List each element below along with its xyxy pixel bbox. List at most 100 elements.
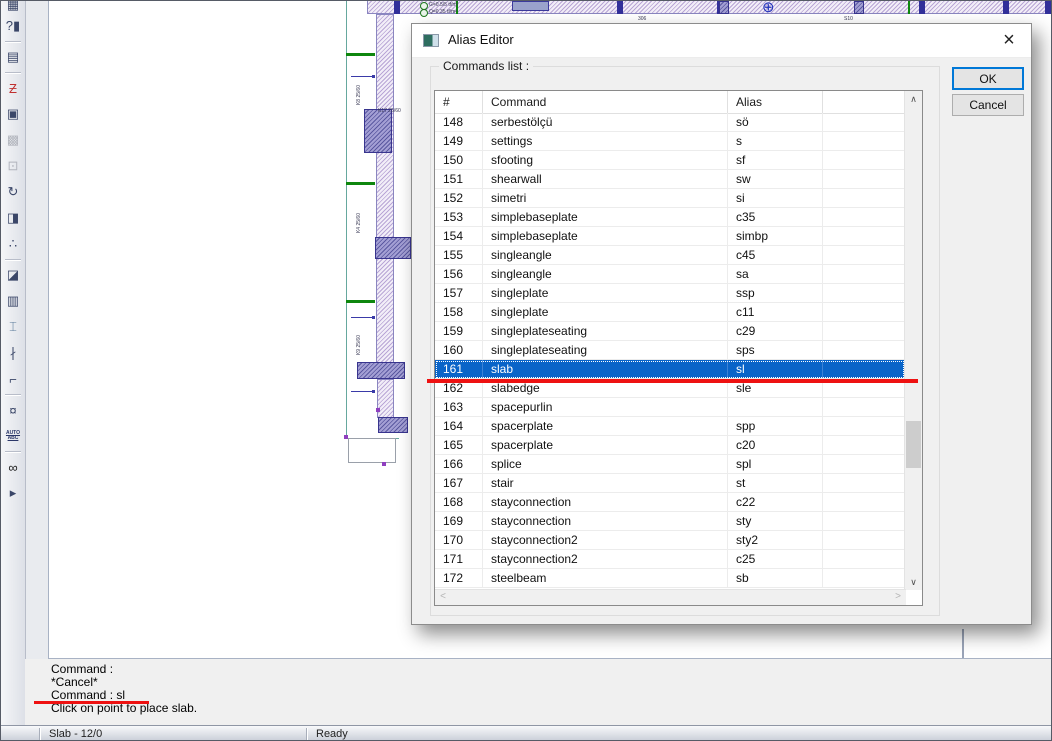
cell-extra — [823, 284, 905, 302]
table-row[interactable]: 161slabsl — [435, 360, 905, 379]
cell-alias: sa — [728, 265, 823, 283]
header-command[interactable]: Command — [483, 91, 728, 113]
toolbar-separator — [5, 72, 21, 73]
scroll-down-icon[interactable]: ∨ — [905, 574, 922, 590]
column-corner-icon[interactable]: ⌐ — [2, 366, 24, 392]
cell-alias: sty2 — [728, 531, 823, 549]
cell-command: simplebaseplate — [483, 227, 728, 245]
table-row[interactable]: 167stairst — [435, 474, 905, 493]
array-points-icon[interactable]: ∴ — [2, 231, 24, 257]
cell-command: singleplate — [483, 303, 728, 321]
cell-extra — [823, 189, 905, 207]
cell-command: settings — [483, 132, 728, 150]
cell-alias: c20 — [728, 436, 823, 454]
scroll-left-icon[interactable]: < — [435, 590, 451, 605]
table-row[interactable]: 156singleanglesa — [435, 265, 905, 284]
table-row[interactable]: 164spacerplatespp — [435, 417, 905, 436]
horizontal-scrollbar[interactable]: < > — [435, 589, 906, 605]
close-button[interactable]: × — [993, 26, 1025, 54]
cell-command: spacerplate — [483, 436, 728, 454]
table-row[interactable]: 158singleplatec11 — [435, 303, 905, 322]
drawing-label: Q=0.35 tf/m² — [429, 9, 457, 15]
annotation-command-underline — [34, 701, 149, 704]
vertical-scroll-thumb[interactable] — [906, 421, 921, 468]
find-icon[interactable]: ∞ — [2, 454, 24, 480]
cell-extra — [823, 360, 905, 378]
toolbar-expand-icon[interactable]: ▸ — [2, 480, 24, 506]
table-row[interactable]: 163spacepurlin — [435, 398, 905, 417]
cell-number: 153 — [435, 208, 483, 226]
pane-splitter[interactable] — [962, 629, 964, 658]
scroll-up-icon[interactable]: ∧ — [905, 91, 922, 107]
trim-line-icon[interactable]: ∤ — [2, 340, 24, 366]
steel-beam-icon[interactable]: ⌶ — [2, 314, 24, 340]
report-document-icon[interactable]: ▤ — [2, 44, 24, 70]
edit-plate-icon[interactable]: ◪ — [2, 262, 24, 288]
cell-command: simetri — [483, 189, 728, 207]
table-row[interactable]: 153simplebaseplatec35 — [435, 208, 905, 227]
table-row[interactable]: 171stayconnection2c25 — [435, 550, 905, 569]
table-row[interactable]: 149settingss — [435, 132, 905, 151]
table-row[interactable]: 169stayconnectionsty — [435, 512, 905, 531]
cell-command: slab — [483, 360, 728, 378]
section-layers-icon[interactable]: Ƶ — [2, 75, 24, 101]
cell-number: 149 — [435, 132, 483, 150]
vertical-scrollbar[interactable]: ∧ ∨ — [904, 91, 922, 590]
header-number[interactable]: # — [435, 91, 483, 113]
left-toolbar: ▦?▮▤Ƶ▣▩⊡↻◨∴◪▥⌶∤⌐¤AUTO ABC∞▸ — [1, 1, 26, 725]
table-row[interactable]: 170stayconnection2sty2 — [435, 531, 905, 550]
cell-command: stayconnection — [483, 493, 728, 511]
status-mode: Slab - 12/0 — [49, 728, 102, 740]
bolt-icon[interactable]: ¤ — [2, 397, 24, 423]
table-row[interactable]: 154simplebaseplatesimbp — [435, 227, 905, 246]
header-extra[interactable] — [823, 91, 905, 113]
cell-number: 164 — [435, 417, 483, 435]
cell-extra — [823, 493, 905, 511]
cell-alias: c29 — [728, 322, 823, 340]
command-panel[interactable]: Command :*Cancel*Command : slClick on po… — [25, 659, 1052, 725]
scroll-right-icon[interactable]: > — [890, 590, 906, 605]
table-row[interactable]: 159singleplateseatingc29 — [435, 322, 905, 341]
table-row[interactable]: 151shearwallsw — [435, 170, 905, 189]
cell-alias: sb — [728, 569, 823, 587]
cell-command: steelbeam — [483, 569, 728, 587]
cell-alias: simbp — [728, 227, 823, 245]
groupbox-label: Commands list : — [439, 59, 533, 73]
move-object-icon: ⊡ — [2, 153, 24, 179]
cell-command: shearwall — [483, 170, 728, 188]
table-row[interactable]: 148serbestölçüsö — [435, 113, 905, 132]
cell-alias: c22 — [728, 493, 823, 511]
drawing-label: K9 25/60 — [356, 335, 362, 355]
cell-alias: ssp — [728, 284, 823, 302]
ok-button[interactable]: OK — [952, 67, 1024, 90]
table-row[interactable]: 165spacerplatec20 — [435, 436, 905, 455]
cell-number: 165 — [435, 436, 483, 454]
table-row[interactable]: 155singleanglec45 — [435, 246, 905, 265]
table-row[interactable]: 168stayconnectionc22 — [435, 493, 905, 512]
cancel-button[interactable]: Cancel — [952, 94, 1024, 116]
measure-query-icon[interactable]: ?▮ — [2, 13, 24, 39]
table-row[interactable]: 166splicespl — [435, 455, 905, 474]
rotate-copy-icon[interactable]: ↻ — [2, 179, 24, 205]
mirror-copy-icon[interactable]: ◨ — [2, 205, 24, 231]
cell-extra — [823, 208, 905, 226]
table-row[interactable]: 157singleplatessp — [435, 284, 905, 303]
cell-extra — [823, 341, 905, 359]
cell-number: 172 — [435, 569, 483, 587]
beam-section-icon[interactable]: ▥ — [2, 288, 24, 314]
table-row[interactable]: 160singleplateseatingsps — [435, 341, 905, 360]
table-row[interactable]: 150sfootingsf — [435, 151, 905, 170]
cell-extra — [823, 550, 905, 568]
toolbar-separator — [5, 41, 21, 42]
dialog-titlebar[interactable]: Alias Editor × — [412, 24, 1031, 58]
table-row[interactable]: 152simetrisi — [435, 189, 905, 208]
copy-icon[interactable]: ▣ — [2, 101, 24, 127]
cell-number: 158 — [435, 303, 483, 321]
annotation-row-underline — [427, 379, 918, 383]
cell-number: 171 — [435, 550, 483, 568]
auto-label-icon[interactable]: AUTO ABC — [2, 423, 24, 449]
cell-number: 157 — [435, 284, 483, 302]
table-row[interactable]: 172steelbeamsb — [435, 569, 905, 588]
cell-command: singleangle — [483, 246, 728, 264]
header-alias[interactable]: Alias — [728, 91, 823, 113]
